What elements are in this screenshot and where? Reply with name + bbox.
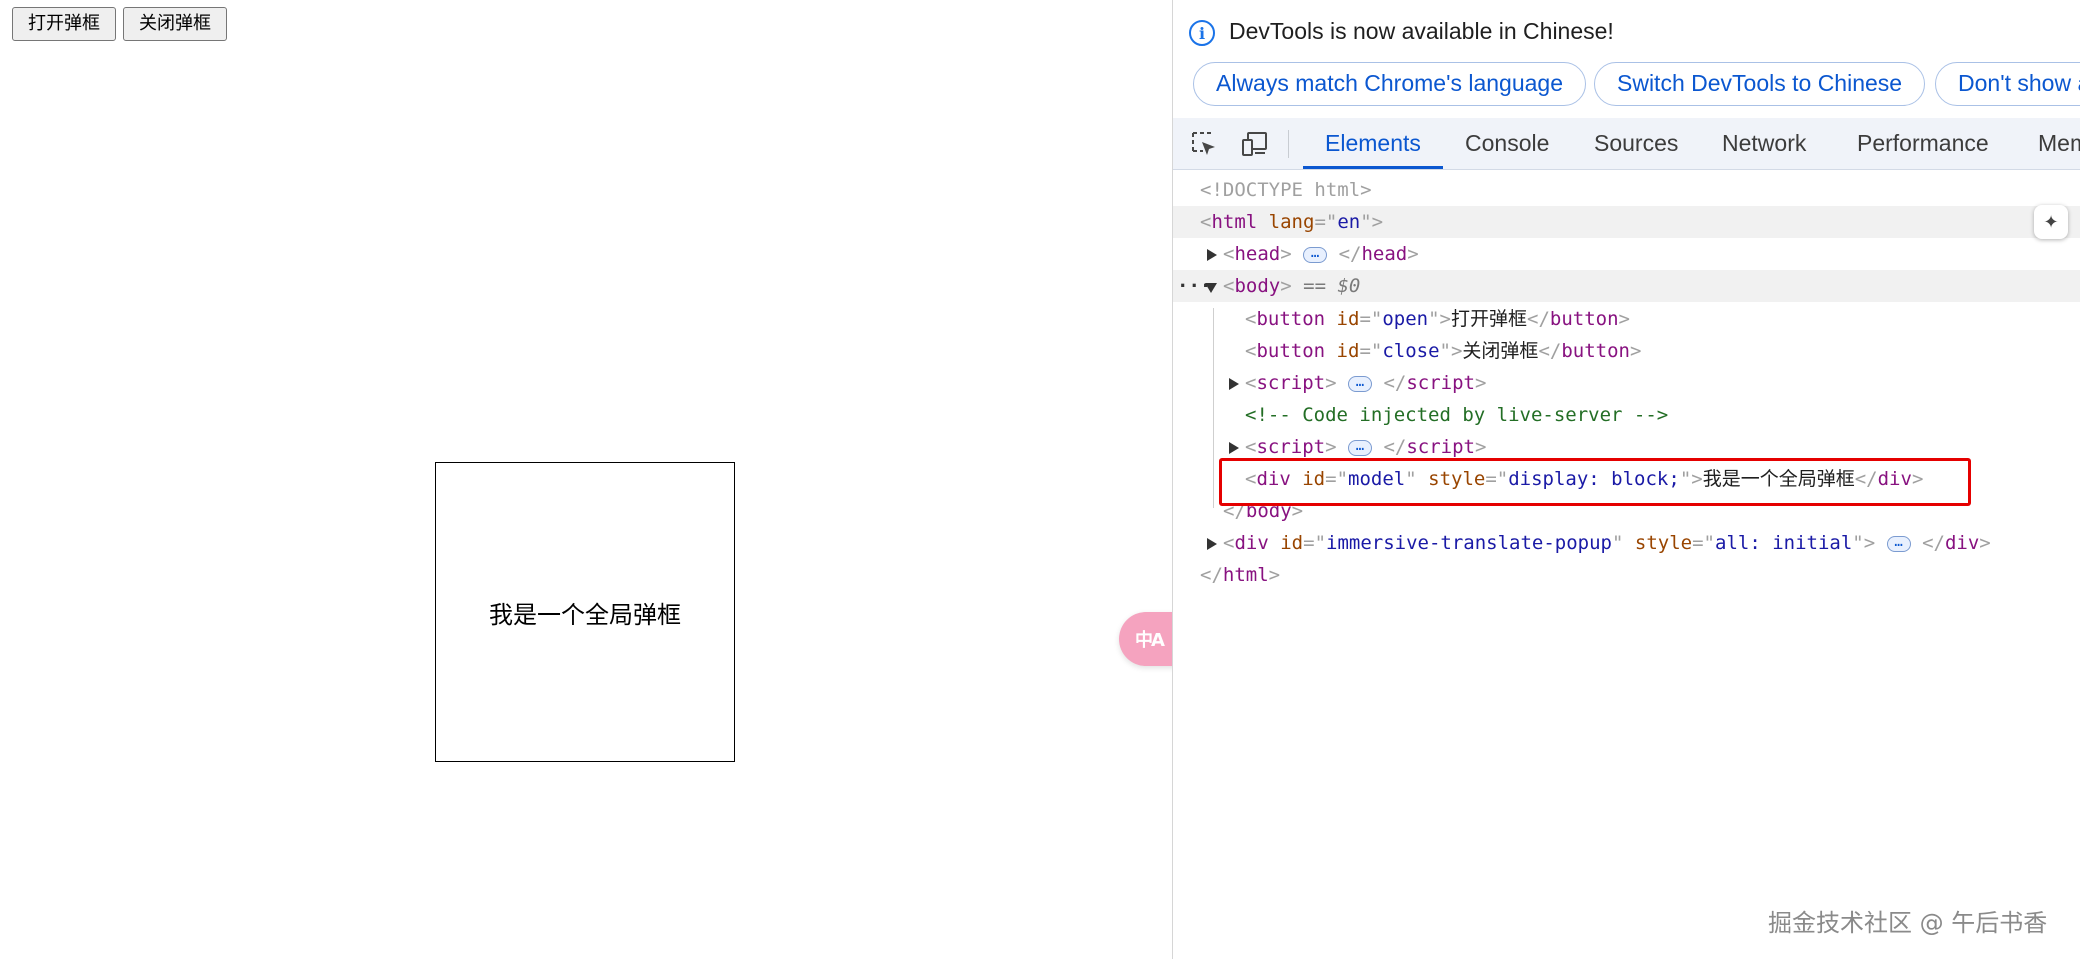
ellipsis-icon[interactable]: … [1303, 246, 1328, 263]
tag-script: script [1256, 372, 1326, 394]
open-modal-button[interactable]: 打开弹框 [12, 7, 116, 41]
devtools-toolbar: Elements Console Sources Network Perform… [1173, 118, 2080, 170]
tab-network[interactable]: Network [1722, 118, 1806, 169]
device-toolbar-icon[interactable] [1241, 130, 1269, 158]
tag-html: html [1211, 211, 1258, 233]
expand-arrow-icon[interactable] [1207, 249, 1217, 261]
val-popup-style: all: initial [1715, 532, 1853, 554]
switch-chinese-button[interactable]: Switch DevTools to Chinese [1594, 62, 1926, 106]
tag-div-close: div [1944, 532, 1980, 554]
attr-id: id [1336, 340, 1360, 362]
attr-style: style [1634, 532, 1693, 554]
info-icon: i [1189, 20, 1215, 46]
elements-dom-tree: <!DOCTYPE html> <html lang="en"> <head> … [1173, 170, 2080, 959]
dont-show-again-button[interactable]: Don't show again [1935, 62, 2080, 106]
tab-memory[interactable]: Memory [2038, 118, 2080, 169]
dom-row-script-1[interactable]: <script> … </script> [1173, 367, 2080, 399]
text-open: 打开弹框 [1450, 308, 1527, 330]
val-lang: en [1337, 211, 1361, 233]
text-close: 关闭弹框 [1462, 340, 1539, 362]
inspect-element-icon[interactable] [1190, 130, 1218, 158]
collapse-arrow-icon[interactable] [1205, 283, 1217, 293]
attr-id: id [1280, 532, 1304, 554]
dom-row-button-open[interactable]: <button id="open">打开弹框</button> [1173, 303, 2080, 335]
toolbar-divider [1288, 130, 1289, 158]
language-infobar: i DevTools is now available in Chinese! … [1173, 0, 2080, 118]
expand-arrow-icon[interactable] [1229, 378, 1239, 390]
expand-arrow-icon[interactable] [1229, 442, 1239, 454]
tab-sources[interactable]: Sources [1594, 118, 1678, 169]
dom-row-doctype[interactable]: <!DOCTYPE html> [1173, 174, 2080, 206]
expand-arrow-icon[interactable] [1207, 538, 1217, 550]
tag-button: button [1256, 308, 1326, 330]
tag-head-close: head [1361, 243, 1408, 265]
selected-node-marker: == $0 [1303, 275, 1361, 297]
tag-button: button [1256, 340, 1326, 362]
dom-row-button-close[interactable]: <button id="close">关闭弹框</button> [1173, 335, 2080, 367]
ellipsis-icon[interactable]: … [1886, 535, 1911, 552]
devtools-panel: i DevTools is now available in Chinese! … [1172, 0, 2080, 959]
dom-row-html-close[interactable]: </html> [1173, 559, 2080, 591]
attr-id: id [1336, 308, 1360, 330]
tag-script-close: script [1406, 372, 1475, 394]
tag-head: head [1234, 243, 1281, 265]
tag-div: div [1234, 532, 1269, 554]
dom-row-body[interactable]: ··· <body> == $0 [1173, 270, 2080, 302]
tag-body: body [1234, 275, 1281, 297]
dom-row-div-popup[interactable]: <div id="immersive-translate-popup" styl… [1173, 527, 2080, 559]
comment-text: <!-- Code injected by live-server --> [1245, 404, 1669, 426]
val-popup: immersive-translate-popup [1326, 532, 1612, 554]
tag-script-close: script [1406, 436, 1475, 458]
tab-console[interactable]: Console [1465, 118, 1549, 169]
page-viewport: 打开弹框 关闭弹框 我是一个全局弹框 中A [0, 0, 1179, 959]
close-modal-button[interactable]: 关闭弹框 [123, 7, 227, 41]
infobar-message: DevTools is now available in Chinese! [1229, 18, 1614, 44]
watermark-text: 掘金技术社区 @ 午后书香 [1768, 909, 2048, 937]
translate-icon: 中A [1135, 630, 1165, 651]
match-language-button[interactable]: Always match Chrome's language [1193, 62, 1586, 106]
dom-row-comment[interactable]: <!-- Code injected by live-server --> [1173, 399, 2080, 431]
ai-assistance-icon[interactable]: ✦ [2034, 205, 2068, 239]
tag-html-close: html [1222, 564, 1269, 586]
attr-lang: lang [1268, 211, 1315, 233]
tab-elements[interactable]: Elements [1303, 118, 1443, 169]
modal-text: 我是一个全局弹框 [489, 600, 681, 629]
tag-script: script [1256, 436, 1326, 458]
tab-performance[interactable]: Performance [1857, 118, 1989, 169]
tag-button-close: button [1549, 308, 1619, 330]
val-close: close [1382, 340, 1440, 362]
tag-button-close: button [1561, 340, 1630, 362]
highlight-annotation-box [1219, 458, 1971, 506]
dom-row-html[interactable]: <html lang="en"> [1173, 206, 2080, 238]
val-open: open [1382, 308, 1429, 330]
doctype-text: <!DOCTYPE html> [1200, 179, 1372, 201]
ellipsis-icon[interactable]: … [1348, 375, 1372, 392]
ellipsis-icon[interactable]: … [1348, 439, 1372, 456]
global-modal: 我是一个全局弹框 [435, 462, 735, 762]
dom-row-head[interactable]: <head> … </head> [1173, 238, 2080, 270]
translate-float-button[interactable]: 中A [1119, 612, 1179, 666]
